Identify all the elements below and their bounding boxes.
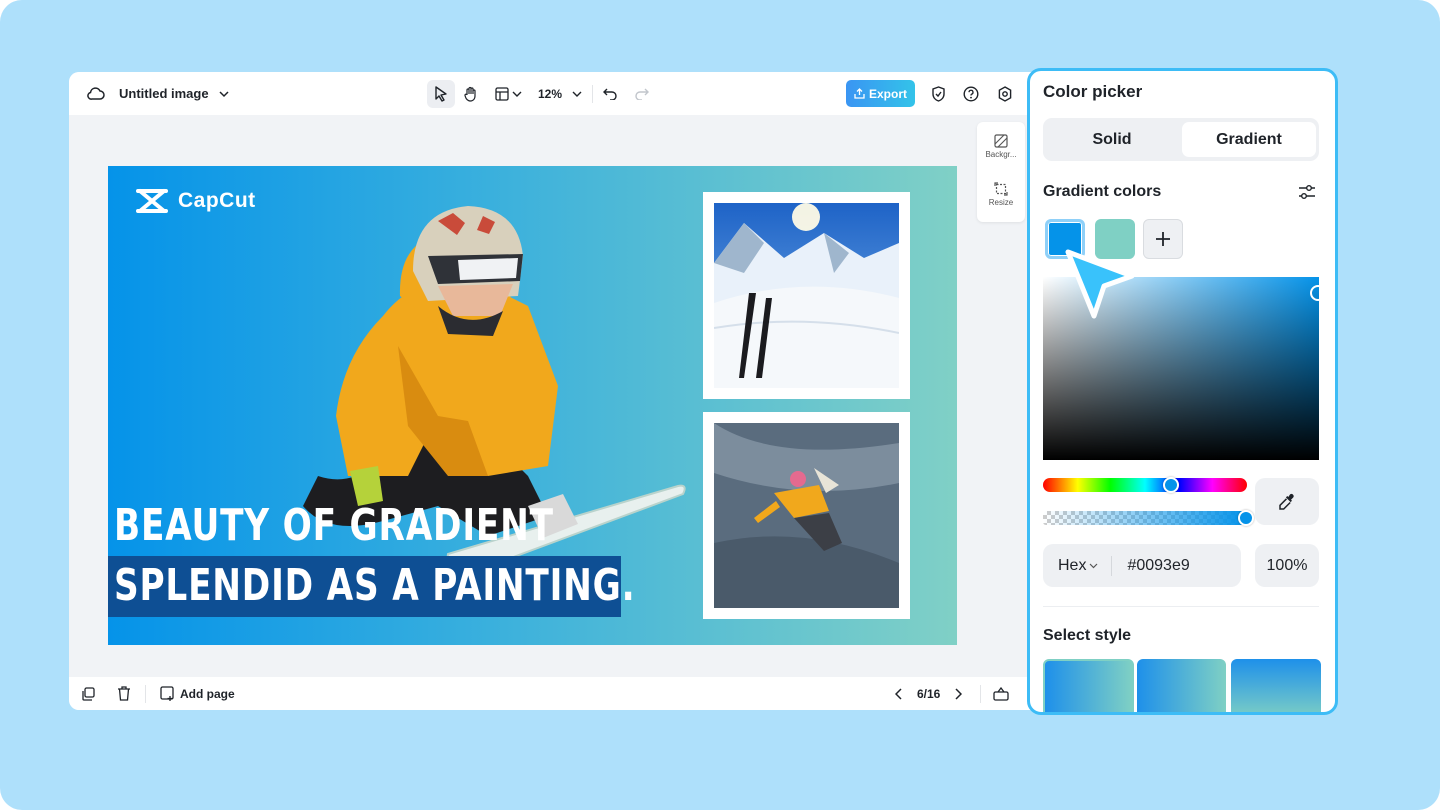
panel-divider xyxy=(1043,606,1319,607)
pointer-cursor-icon xyxy=(1065,249,1135,319)
resize-icon xyxy=(994,182,1008,196)
saturation-handle[interactable] xyxy=(1310,285,1326,301)
plus-icon xyxy=(1156,232,1170,246)
add-page-button[interactable]: Add page xyxy=(160,686,235,701)
layout-icon[interactable] xyxy=(495,86,509,101)
mountain-photo xyxy=(714,203,899,388)
toolbar-divider xyxy=(592,84,594,103)
cloud-icon[interactable] xyxy=(87,86,105,101)
background-icon xyxy=(994,134,1008,148)
gradient-style-linear-diagonal[interactable] xyxy=(1137,659,1226,712)
trash-icon[interactable] xyxy=(117,686,131,701)
opacity-slider[interactable] xyxy=(1043,510,1254,526)
panel-title: Color picker xyxy=(1043,82,1143,101)
bottom-toolbar: Add page 6/16 xyxy=(69,677,1039,710)
opacity-slider-handle[interactable] xyxy=(1238,510,1254,526)
prev-page-icon[interactable] xyxy=(895,687,903,700)
chevron-down-icon xyxy=(1090,563,1098,568)
gradient-style-linear-horizontal[interactable] xyxy=(1043,659,1134,712)
headline-line-2[interactable]: SPLENDID AS A PAINTING. xyxy=(114,560,635,611)
hand-tool-icon[interactable] xyxy=(463,86,479,102)
headline-line-1[interactable]: BEAUTY OF GRADIENT xyxy=(114,500,554,551)
editor-window: Untitled image 12% Export CapCut BEAUTY … xyxy=(69,72,1039,710)
resize-tool[interactable]: Resize xyxy=(977,182,1025,207)
design-canvas[interactable]: CapCut BEAUTY OF GRADIENT SPLENDID AS A … xyxy=(108,166,957,645)
pages-panel-icon[interactable] xyxy=(993,686,1010,701)
snowboarder-photo xyxy=(714,423,899,608)
gradient-style-linear-vertical[interactable] xyxy=(1231,659,1321,712)
photo-frame-snowboarder[interactable] xyxy=(703,412,910,619)
bottom-divider xyxy=(145,684,146,703)
hue-slider[interactable] xyxy=(1043,477,1247,493)
export-icon xyxy=(854,88,865,99)
photo-frame-mountain[interactable] xyxy=(703,192,910,399)
color-format-select[interactable]: Hex xyxy=(1058,557,1098,575)
capcut-logo: CapCut xyxy=(136,188,256,214)
undo-icon[interactable] xyxy=(603,88,617,100)
settings-icon[interactable] xyxy=(997,85,1013,102)
add-page-label: Add page xyxy=(180,686,235,701)
export-label: Export xyxy=(869,86,908,101)
tab-gradient[interactable]: Gradient xyxy=(1182,122,1316,157)
export-button[interactable]: Export xyxy=(846,80,916,107)
duplicate-page-icon[interactable] xyxy=(81,686,95,701)
zoom-chevron-icon[interactable] xyxy=(572,90,582,98)
zoom-level[interactable]: 12% xyxy=(538,87,562,101)
bottom-right-divider xyxy=(980,684,982,703)
select-tool-icon[interactable] xyxy=(427,79,455,108)
tab-solid[interactable]: Solid xyxy=(1045,122,1179,157)
opacity-input[interactable]: 100% xyxy=(1255,544,1319,587)
shield-icon[interactable] xyxy=(931,85,946,102)
help-icon[interactable] xyxy=(963,85,979,102)
color-format-label: Hex xyxy=(1058,556,1087,574)
fill-type-toggle: Solid Gradient xyxy=(1043,118,1319,161)
add-page-icon xyxy=(160,686,174,701)
background-tool[interactable]: Backgr... xyxy=(977,134,1025,159)
eyedropper-button[interactable] xyxy=(1255,478,1319,525)
redo-icon[interactable] xyxy=(635,88,650,100)
top-toolbar: Untitled image 12% Export xyxy=(69,72,1039,115)
background-tool-label: Backgr... xyxy=(985,150,1017,159)
select-style-title: Select style xyxy=(1043,627,1132,644)
capcut-logo-icon xyxy=(136,189,168,213)
chevron-down-icon[interactable] xyxy=(219,90,229,98)
hex-input-row: Hex #0093e9 xyxy=(1043,544,1241,587)
hex-value-input[interactable]: #0093e9 xyxy=(1127,557,1189,575)
add-color-button[interactable] xyxy=(1143,219,1183,259)
hex-divider xyxy=(1111,555,1113,576)
logo-text: CapCut xyxy=(178,189,256,212)
color-picker-panel: Color picker Solid Gradient Gradient col… xyxy=(1027,68,1338,715)
document-title[interactable]: Untitled image xyxy=(119,86,209,101)
hue-slider-handle[interactable] xyxy=(1163,477,1179,493)
adjust-sliders-icon[interactable] xyxy=(1298,184,1316,200)
page-indicator: 6/16 xyxy=(917,686,941,701)
layout-chevron-icon[interactable] xyxy=(512,90,522,98)
next-page-icon[interactable] xyxy=(954,687,963,700)
side-tools-panel: Backgr... Resize xyxy=(977,122,1025,222)
eyedropper-icon xyxy=(1279,493,1294,510)
resize-tool-label: Resize xyxy=(988,198,1014,207)
gradient-colors-title: Gradient colors xyxy=(1043,183,1162,200)
